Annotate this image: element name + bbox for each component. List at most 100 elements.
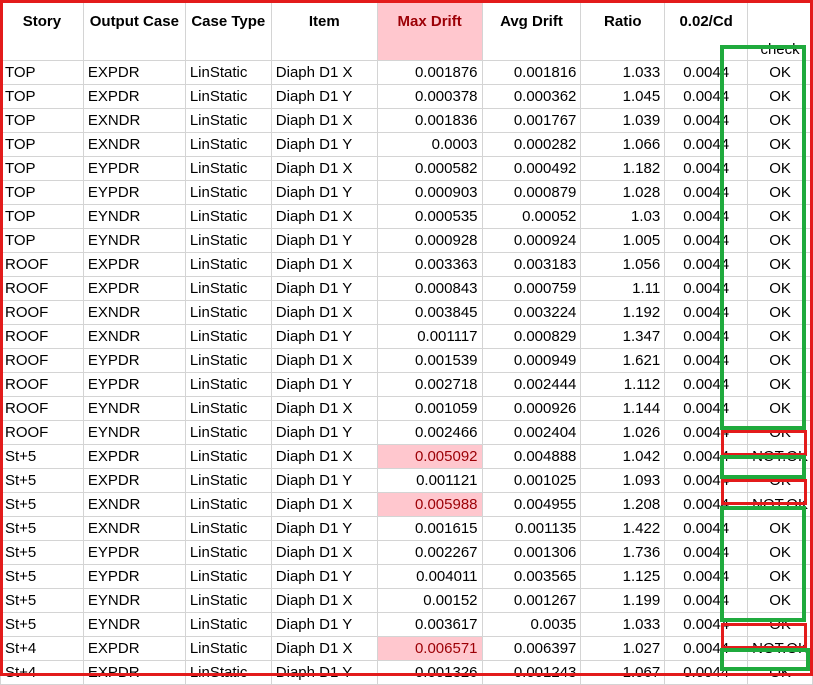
header-max-drift[interactable]: Max Drift <box>376 0 483 61</box>
cell-item[interactable]: Diaph D1 X <box>270 492 378 517</box>
cell-item[interactable]: Diaph D1 Y <box>270 228 378 253</box>
cell-avg-drift[interactable]: 0.003565 <box>481 564 582 589</box>
cell-story[interactable]: St+5 <box>0 516 84 541</box>
cell-ratio[interactable]: 1.182 <box>580 156 666 181</box>
cell-output-case[interactable]: EYNDR <box>82 228 186 253</box>
cell-ratio[interactable]: 1.005 <box>580 228 666 253</box>
cell-limit[interactable]: 0.0044 <box>664 324 749 349</box>
cell-max-drift[interactable]: 0.003617 <box>376 612 483 637</box>
cell-output-case[interactable]: EXPDR <box>82 60 186 85</box>
cell-avg-drift[interactable]: 0.002444 <box>481 372 582 397</box>
cell-avg-drift[interactable]: 0.000924 <box>481 228 582 253</box>
cell-case-type[interactable]: LinStatic <box>184 300 272 325</box>
cell-case-type[interactable]: LinStatic <box>184 636 272 661</box>
cell-output-case[interactable]: EYPDR <box>82 156 186 181</box>
cell-limit[interactable]: 0.0044 <box>664 372 749 397</box>
cell-item[interactable]: Diaph D1 X <box>270 444 378 469</box>
cell-limit[interactable]: 0.0044 <box>664 228 749 253</box>
cell-check[interactable]: OK <box>747 564 813 589</box>
cell-check[interactable]: NOT.OK <box>747 492 813 517</box>
cell-check[interactable]: OK <box>747 612 813 637</box>
cell-story[interactable]: TOP <box>0 108 84 133</box>
cell-item[interactable]: Diaph D1 Y <box>270 84 378 109</box>
cell-max-drift[interactable]: 0.001615 <box>376 516 483 541</box>
cell-story[interactable]: St+5 <box>0 612 84 637</box>
cell-case-type[interactable]: LinStatic <box>184 156 272 181</box>
cell-avg-drift[interactable]: 0.006397 <box>481 636 582 661</box>
cell-avg-drift[interactable]: 0.000282 <box>481 132 582 157</box>
cell-limit[interactable]: 0.0044 <box>664 468 749 493</box>
cell-limit[interactable]: 0.0044 <box>664 420 749 445</box>
cell-ratio[interactable]: 1.056 <box>580 252 666 277</box>
cell-max-drift[interactable]: 0.003845 <box>376 300 483 325</box>
cell-case-type[interactable]: LinStatic <box>184 444 272 469</box>
cell-story[interactable]: ROOF <box>0 348 84 373</box>
cell-case-type[interactable]: LinStatic <box>184 468 272 493</box>
cell-ratio[interactable]: 1.028 <box>580 180 666 205</box>
cell-item[interactable]: Diaph D1 Y <box>270 612 378 637</box>
cell-max-drift[interactable]: 0.001059 <box>376 396 483 421</box>
cell-story[interactable]: St+5 <box>0 540 84 565</box>
cell-item[interactable]: Diaph D1 X <box>270 252 378 277</box>
cell-avg-drift[interactable]: 0.001025 <box>481 468 582 493</box>
cell-check[interactable]: OK <box>747 60 813 85</box>
cell-story[interactable]: St+4 <box>0 660 84 685</box>
cell-case-type[interactable]: LinStatic <box>184 348 272 373</box>
header-output-case[interactable]: Output Case <box>82 0 186 61</box>
cell-item[interactable]: Diaph D1 Y <box>270 180 378 205</box>
cell-max-drift[interactable]: 0.001539 <box>376 348 483 373</box>
cell-item[interactable]: Diaph D1 Y <box>270 660 378 685</box>
cell-limit[interactable]: 0.0044 <box>664 132 749 157</box>
cell-avg-drift[interactable]: 0.003183 <box>481 252 582 277</box>
cell-limit[interactable]: 0.0044 <box>664 84 749 109</box>
cell-output-case[interactable]: EYPDR <box>82 180 186 205</box>
cell-item[interactable]: Diaph D1 Y <box>270 468 378 493</box>
cell-check[interactable]: OK <box>747 228 813 253</box>
cell-avg-drift[interactable]: 0.001816 <box>481 60 582 85</box>
cell-case-type[interactable]: LinStatic <box>184 516 272 541</box>
cell-max-drift[interactable]: 0.001876 <box>376 60 483 85</box>
cell-story[interactable]: TOP <box>0 132 84 157</box>
cell-max-drift[interactable]: 0.000928 <box>376 228 483 253</box>
cell-ratio[interactable]: 1.736 <box>580 540 666 565</box>
cell-ratio[interactable]: 1.033 <box>580 612 666 637</box>
cell-output-case[interactable]: EXNDR <box>82 492 186 517</box>
cell-check[interactable]: OK <box>747 396 813 421</box>
cell-case-type[interactable]: LinStatic <box>184 588 272 613</box>
cell-item[interactable]: Diaph D1 X <box>270 300 378 325</box>
cell-limit[interactable]: 0.0044 <box>664 540 749 565</box>
cell-max-drift[interactable]: 0.002466 <box>376 420 483 445</box>
cell-avg-drift[interactable]: 0.000759 <box>481 276 582 301</box>
cell-avg-drift[interactable]: 0.001267 <box>481 588 582 613</box>
cell-ratio[interactable]: 1.199 <box>580 588 666 613</box>
cell-limit[interactable]: 0.0044 <box>664 516 749 541</box>
cell-story[interactable]: ROOF <box>0 276 84 301</box>
cell-item[interactable]: Diaph D1 Y <box>270 372 378 397</box>
cell-max-drift[interactable]: 0.002267 <box>376 540 483 565</box>
cell-item[interactable]: Diaph D1 X <box>270 156 378 181</box>
cell-story[interactable]: ROOF <box>0 252 84 277</box>
cell-item[interactable]: Diaph D1 Y <box>270 516 378 541</box>
cell-case-type[interactable]: LinStatic <box>184 324 272 349</box>
cell-ratio[interactable]: 1.422 <box>580 516 666 541</box>
cell-case-type[interactable]: LinStatic <box>184 420 272 445</box>
cell-check[interactable]: OK <box>747 324 813 349</box>
cell-item[interactable]: Diaph D1 Y <box>270 564 378 589</box>
cell-story[interactable]: St+5 <box>0 588 84 613</box>
cell-output-case[interactable]: EXPDR <box>82 660 186 685</box>
cell-limit[interactable]: 0.0044 <box>664 396 749 421</box>
cell-check[interactable]: OK <box>747 84 813 109</box>
cell-item[interactable]: Diaph D1 Y <box>270 132 378 157</box>
cell-output-case[interactable]: EXPDR <box>82 468 186 493</box>
cell-limit[interactable]: 0.0044 <box>664 180 749 205</box>
cell-ratio[interactable]: 1.039 <box>580 108 666 133</box>
cell-limit[interactable]: 0.0044 <box>664 60 749 85</box>
cell-check[interactable]: OK <box>747 372 813 397</box>
cell-case-type[interactable]: LinStatic <box>184 564 272 589</box>
cell-case-type[interactable]: LinStatic <box>184 204 272 229</box>
cell-output-case[interactable]: EXNDR <box>82 108 186 133</box>
cell-avg-drift[interactable]: 0.003224 <box>481 300 582 325</box>
cell-output-case[interactable]: EYPDR <box>82 540 186 565</box>
cell-case-type[interactable]: LinStatic <box>184 396 272 421</box>
cell-check[interactable]: OK <box>747 420 813 445</box>
